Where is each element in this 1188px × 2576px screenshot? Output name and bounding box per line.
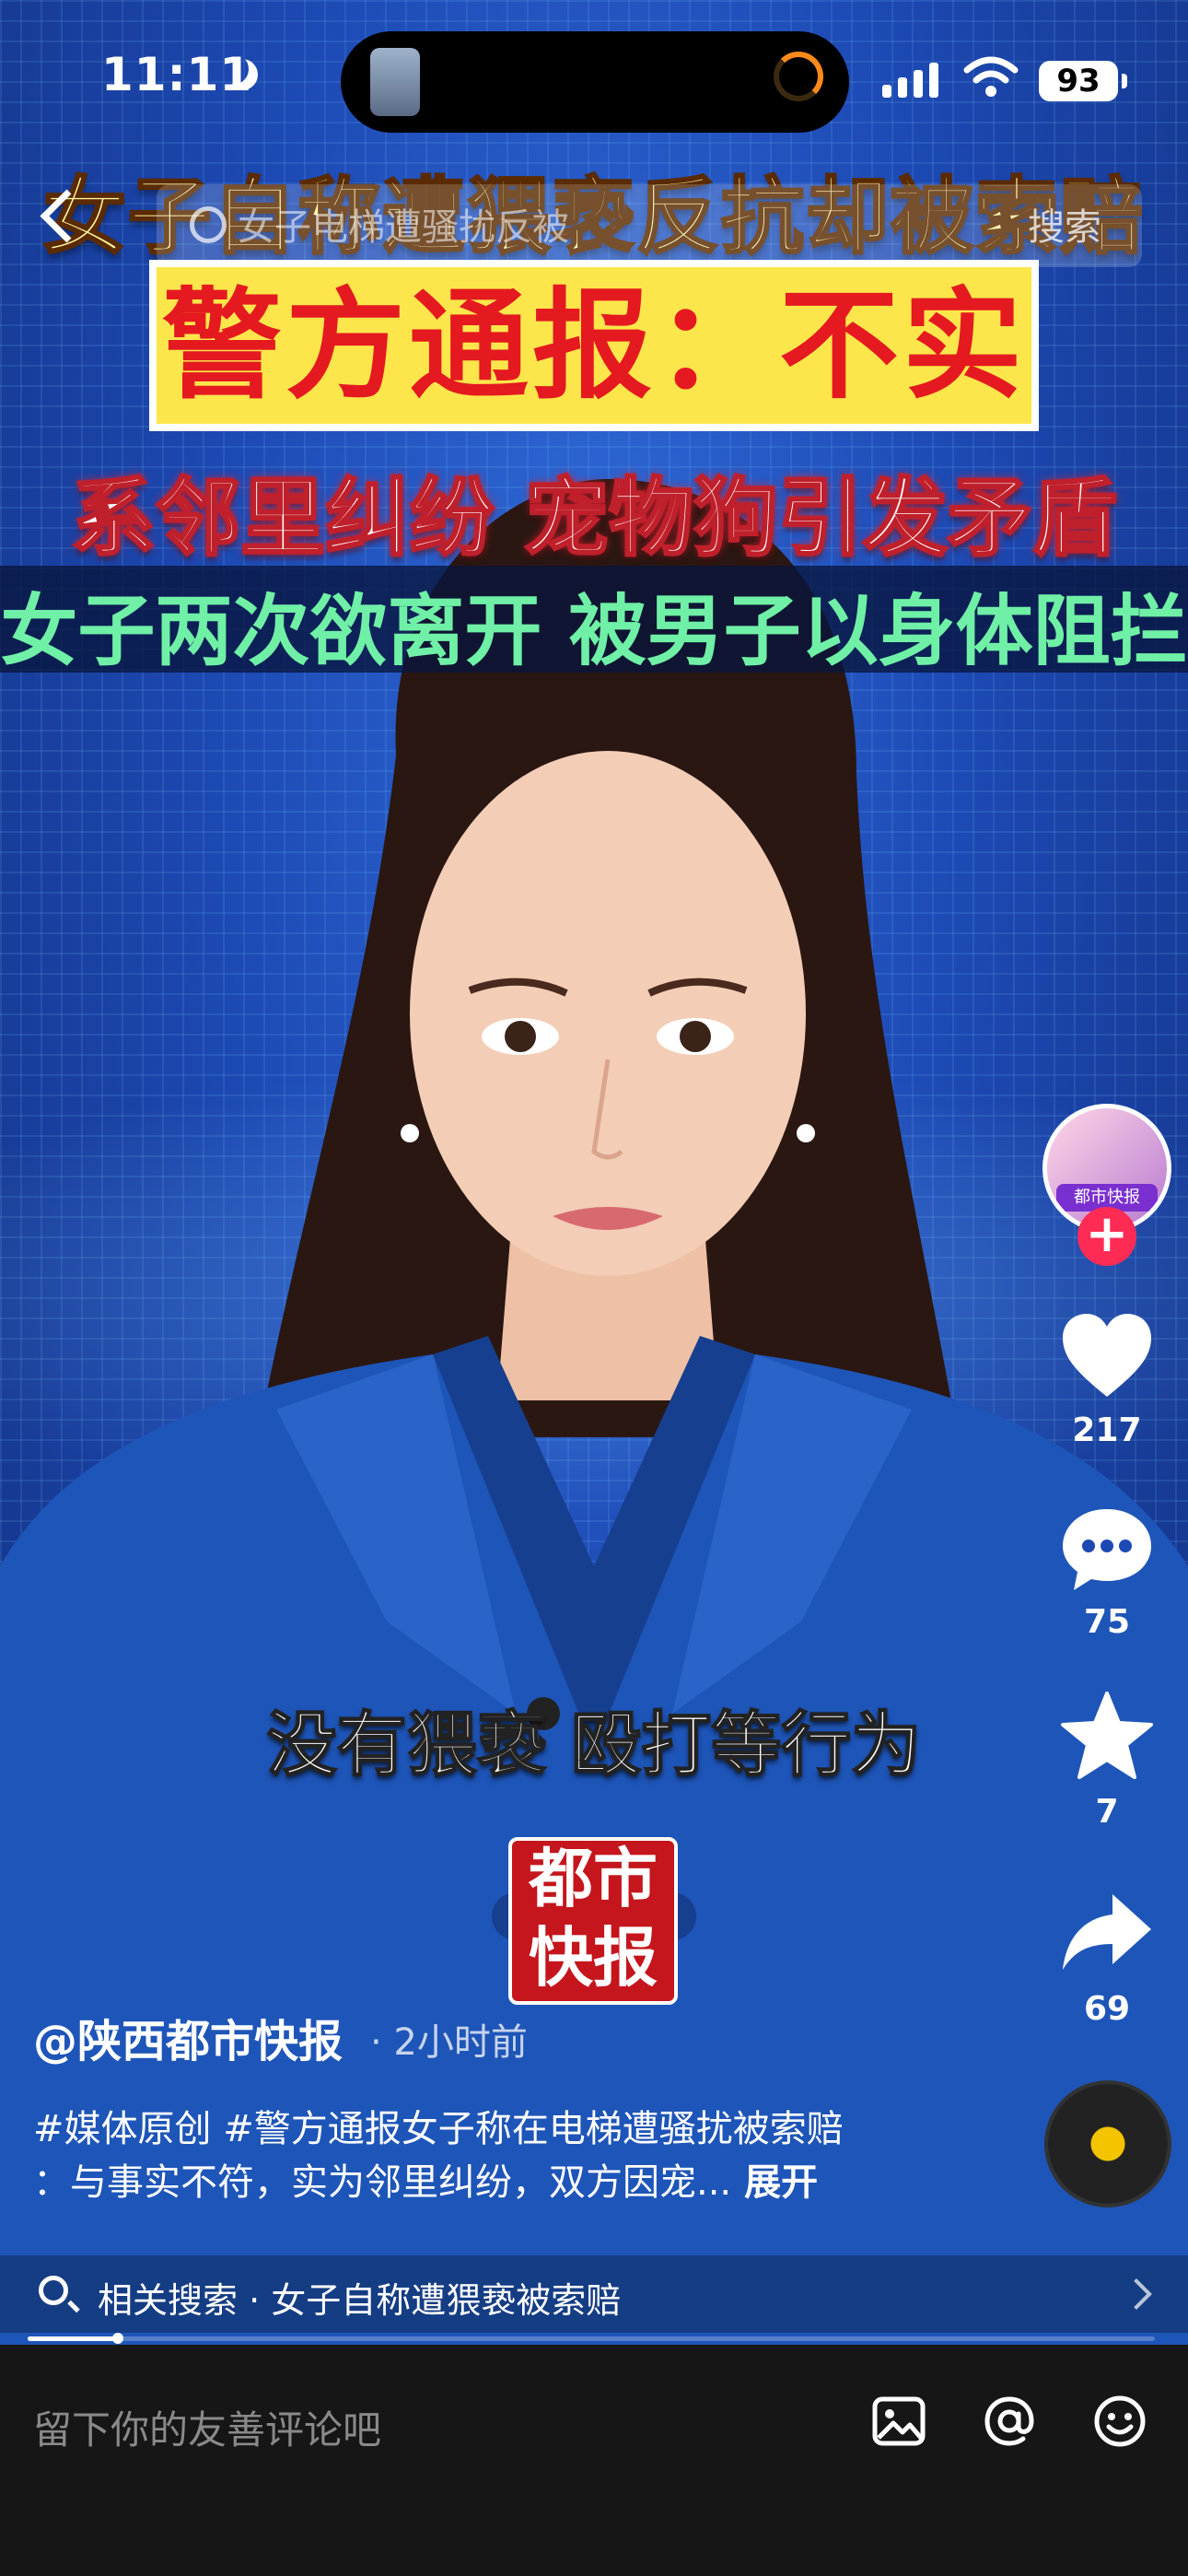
activity-ring-icon bbox=[774, 52, 823, 101]
battery-indicator: 93 bbox=[1039, 61, 1127, 101]
logo-line-2: 快报 bbox=[529, 1920, 658, 1996]
post-time: · 2小时前 bbox=[370, 2021, 528, 2064]
top-search-input[interactable]: 女子电梯遭骚扰反被 bbox=[238, 197, 569, 251]
search-button[interactable]: 搜索 bbox=[1028, 197, 1101, 251]
search-icon bbox=[39, 2276, 68, 2305]
comment-bubble-icon[interactable] bbox=[1059, 1504, 1155, 1592]
progress-knob[interactable] bbox=[111, 2333, 123, 2344]
channel-logo-text: 都市 快报 bbox=[508, 1839, 678, 1997]
like-count: 217 bbox=[1072, 1411, 1142, 1449]
favorite-count: 7 bbox=[1095, 1793, 1119, 1831]
video-headline-4: 女子两次欲离开 被男子以身体阻拦 bbox=[0, 586, 1188, 676]
cellular-signal-icon bbox=[882, 63, 938, 98]
share-arrow-icon[interactable] bbox=[1059, 1889, 1155, 1977]
video-headline-2: 警方通报：不实 bbox=[161, 275, 1026, 416]
favorite-star-icon[interactable] bbox=[1059, 1692, 1155, 1780]
wifi-icon bbox=[963, 56, 1019, 97]
comment-bar bbox=[0, 2345, 1188, 2576]
mention-at-icon[interactable] bbox=[980, 2392, 1039, 2451]
music-disc-icon[interactable] bbox=[1048, 2084, 1168, 2204]
comment-count: 75 bbox=[1083, 1603, 1131, 1641]
like-heart-icon[interactable] bbox=[1059, 1312, 1155, 1400]
follow-plus-button[interactable]: + bbox=[1077, 1207, 1136, 1266]
expand-caption-button[interactable]: 展开 bbox=[744, 2161, 818, 2204]
comment-input[interactable]: 留下你的友善评论吧 bbox=[33, 2399, 381, 2455]
video-subtitle: 没有猥亵 殴打等行为 bbox=[266, 1703, 922, 1786]
dynamic-island bbox=[341, 31, 849, 133]
status-bar: 11:11 93 bbox=[0, 0, 1188, 157]
logo-line-1: 都市 bbox=[529, 1841, 658, 1916]
author-name[interactable]: @陕西都市快报 bbox=[33, 2005, 343, 2069]
video-progress-bar[interactable] bbox=[28, 2333, 1155, 2344]
caption-line-2: ：与事实不符，实为邻里纠纷，双方因宠... 展开 bbox=[33, 2152, 818, 2206]
now-playing-thumbnail-icon bbox=[370, 48, 420, 116]
focus-moon-icon bbox=[227, 59, 258, 90]
emoji-icon[interactable] bbox=[1090, 2392, 1149, 2451]
related-search-label[interactable]: 相关搜索 · 女子自称遭猥亵被索赔 bbox=[98, 2272, 621, 2323]
progress-fill bbox=[28, 2336, 118, 2341]
video-headline-3: 系邻里纠纷 宠物狗引发矛盾 bbox=[69, 468, 1118, 569]
share-count: 69 bbox=[1083, 1990, 1131, 2028]
caption-line-1[interactable]: #媒体原创 #警方通报女子称在电梯遭骚扰被索赔 bbox=[33, 2099, 844, 2152]
search-icon bbox=[190, 206, 227, 243]
image-icon[interactable] bbox=[869, 2392, 928, 2451]
caption-line-2-text: ：与事实不符，实为邻里纠纷，双方因宠... bbox=[33, 2161, 732, 2204]
